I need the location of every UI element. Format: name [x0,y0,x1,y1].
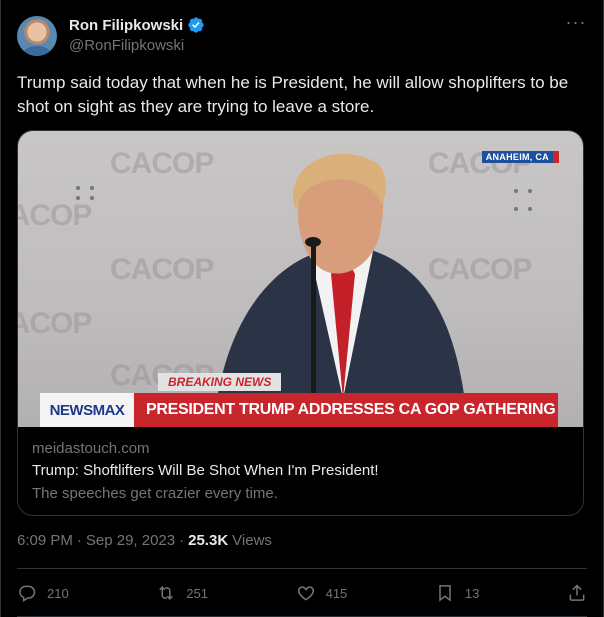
repost-button[interactable]: 251 [156,583,208,603]
card-title: Trump: Shoftlifters Will Be Shot When I'… [32,462,379,479]
author-handle[interactable]: @RonFilipkowski [69,37,184,54]
share-button[interactable] [567,583,587,603]
more-icon[interactable]: ··· [565,13,587,36]
tweet-meta: 6:09 PM · Sep 29, 2023 · 25.3K Views [17,532,272,549]
reply-count: 210 [47,585,69,601]
reply-button[interactable]: 210 [17,583,69,603]
tweet-date[interactable]: Sep 29, 2023 [86,532,175,549]
like-count: 415 [325,585,348,601]
ticker-bar: NEWSMAX PRESIDENT TRUMP ADDRESSES CA GOP… [40,393,558,427]
share-icon [569,584,585,601]
meta-separator: · [179,532,185,549]
tweet-text: Trump said today that when he is Preside… [17,73,569,116]
avatar[interactable] [17,16,57,56]
backdrop-logo: CACOP [18,199,92,232]
backdrop-logo: CACOP [110,253,214,286]
reply-icon [19,585,36,602]
author-name[interactable]: Ron Filipkowski [69,17,183,34]
repost-count: 251 [186,585,208,601]
tweet-header: Ron Filipkowski @RonFilipkowski ··· [17,13,587,58]
backdrop-dots [514,189,532,211]
backdrop-dots [76,186,94,200]
like-button[interactable]: 415 [296,583,348,603]
verified-icon[interactable] [187,16,205,34]
ticker-headline: PRESIDENT TRUMP ADDRESSES CA GOP GATHERI… [134,393,558,427]
breaking-news-label: BREAKING NEWS [158,373,282,391]
like-icon [297,586,314,601]
divider [17,568,587,569]
bookmark-count: 13 [464,585,480,601]
tweet: Ron Filipkowski @RonFilipkowski ··· Trum… [0,0,604,617]
card-domain: meidastouch.com [32,440,150,457]
location-tag: ANAHEIM, CA [481,151,560,163]
views-label: Views [232,532,272,549]
card-image[interactable]: CACOP CACOP CACOP CACOP CACOP CACOP CACO… [18,131,583,427]
views-count: 25.3K [188,532,229,549]
repost-icon [159,586,174,600]
card-body[interactable]: meidastouch.com Trump: Shoftlifters Will… [18,427,583,514]
card-description: The speeches get crazier every time. [32,485,278,502]
bookmark-button[interactable]: 13 [435,583,479,603]
backdrop-logo: CACOP [18,307,92,340]
network-logo: NEWSMAX [40,393,134,427]
bookmark-icon [439,585,451,602]
action-bar: 210 251 415 13 [17,578,587,608]
news-ticker: BREAKING NEWS NEWSMAX PRESIDENT TRUMP AD… [40,367,558,427]
link-card[interactable]: CACOP CACOP CACOP CACOP CACOP CACOP CACO… [17,130,584,516]
meta-separator: · [76,532,82,549]
name-row: Ron Filipkowski [69,16,205,34]
tweet-time[interactable]: 6:09 PM [17,532,73,549]
backdrop-logo: CACOP [110,147,214,180]
